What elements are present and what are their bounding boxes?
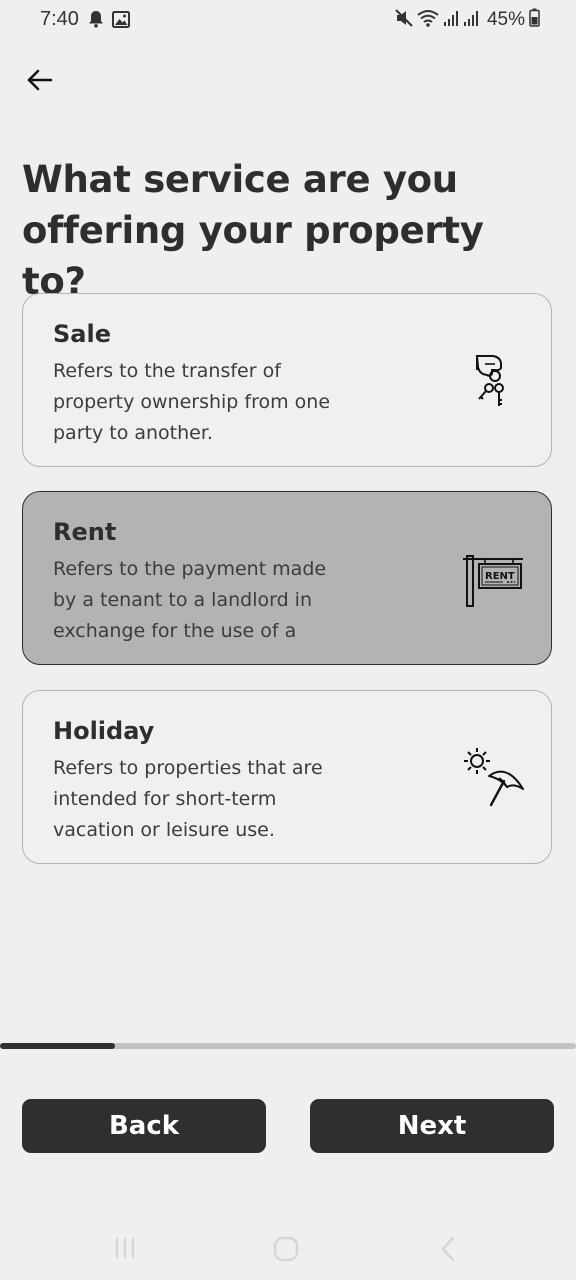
rent-sign-icon: RENT (463, 554, 525, 608)
home-icon[interactable] (273, 1236, 299, 1262)
option-description: Refers to the transfer of property owner… (53, 360, 331, 444)
notification-bell-icon (88, 10, 104, 33)
option-description: Refers to properties that are intended f… (53, 757, 323, 841)
hand-keys-icon (459, 350, 525, 416)
option-description: Refers to the payment made by a tenant t… (53, 558, 327, 642)
progress-fill (0, 1043, 116, 1049)
option-card-sale[interactable]: Sale Refers to the transfer of property … (22, 293, 552, 467)
status-left-icons (88, 10, 130, 33)
option-title: Rent (53, 518, 117, 546)
option-title: Sale (53, 320, 111, 348)
battery-icon (529, 8, 540, 32)
option-title: Holiday (53, 717, 155, 745)
sun-umbrella-icon (461, 745, 525, 809)
battery-percentage: 45% (486, 9, 525, 30)
status-bar: 7:40 45% (0, 0, 576, 40)
recents-icon[interactable] (113, 1236, 137, 1260)
option-card-holiday[interactable]: Holiday Refers to properties that are in… (22, 690, 552, 864)
option-card-rent[interactable]: Rent Refers to the payment made by a ten… (22, 491, 552, 665)
gallery-icon (112, 10, 130, 33)
signal-icon (463, 9, 479, 32)
system-nav-bar (0, 1220, 576, 1280)
progress-bar (0, 1043, 576, 1049)
status-time: 7:40 (40, 8, 79, 30)
back-arrow-button[interactable] (24, 64, 56, 96)
page-title: What service are you offering your prope… (22, 158, 484, 303)
wifi-icon (417, 9, 439, 32)
signal-icon (443, 9, 459, 32)
back-icon[interactable] (438, 1236, 458, 1262)
mute-icon (395, 8, 413, 32)
status-right-icons: 45% (395, 8, 540, 32)
rent-sign-text: RENT (485, 571, 515, 582)
arrow-left-icon (27, 69, 53, 91)
next-button[interactable]: Next (310, 1099, 554, 1153)
back-button[interactable]: Back (22, 1099, 266, 1153)
